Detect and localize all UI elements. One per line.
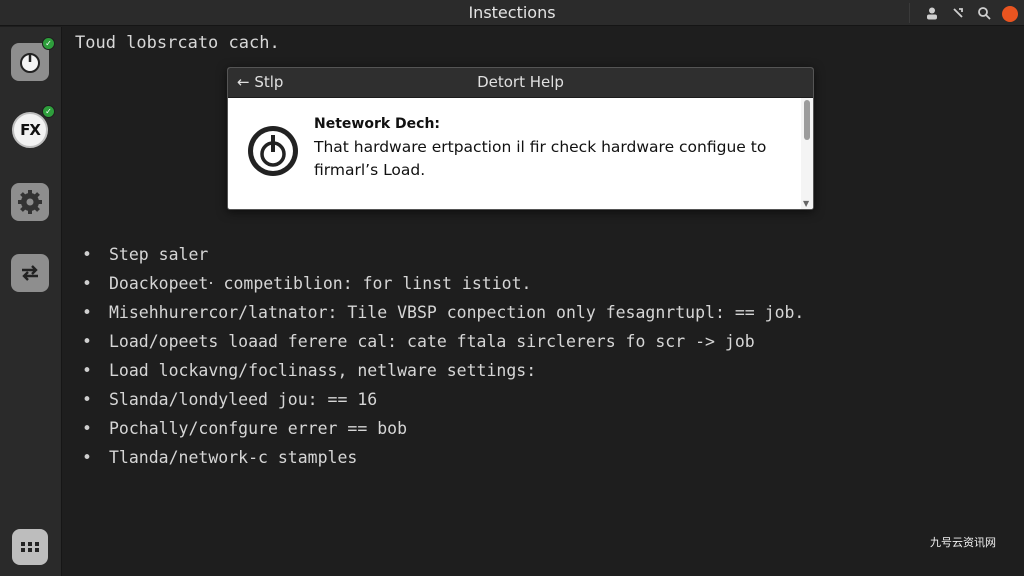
help-dialog: ← Stlp Detort Help Netework Dech: That h… [227, 67, 814, 210]
dialog-body: Netework Dech: That hardware ertpaction … [228, 98, 813, 209]
switch-icon [22, 265, 38, 281]
search-icon[interactable] [974, 3, 994, 23]
window-title: Instections [468, 3, 556, 22]
dock-item-power-app[interactable]: ✓ [11, 37, 55, 81]
terminal-first-line: Toud lobsrcato cach. [75, 33, 280, 53]
watermark: 九号云资讯网 [930, 536, 996, 549]
terminal-list: • Step saler • Doackopeet‧ competiblion: f… [82, 244, 804, 476]
list-item: • Tlanda/network-c stamples [82, 448, 358, 467]
dialog-body-text: That hardware ertpaction il fir check ha… [314, 138, 767, 179]
user-icon[interactable] [922, 3, 942, 23]
list-item: • Load/opeets loaad ferere cal: cate ftal… [82, 332, 755, 351]
dialog-heading: Netework Dech: [314, 116, 441, 132]
window-controls [909, 3, 1018, 23]
dock-item-fx-app[interactable]: FX ✓ [11, 105, 55, 149]
list-item: • Slanda/londyleed jou: == 16 [82, 390, 378, 409]
dialog-message: Netework Dech: That hardware ertpaction … [314, 116, 799, 182]
title-bar: Instections [0, 0, 1024, 26]
dialog-scrollbar[interactable]: ▼ [801, 98, 813, 209]
gear-icon [18, 190, 42, 214]
scrollbar-thumb[interactable] [804, 100, 810, 140]
list-item: • Step saler [82, 245, 209, 264]
list-item: • Load lockavng/foclinass, netlware setti… [82, 361, 537, 380]
close-button[interactable] [1002, 5, 1018, 22]
dock-item-switch[interactable] [11, 254, 49, 292]
scroll-down-icon[interactable]: ▼ [803, 199, 809, 208]
power-icon [248, 126, 298, 176]
list-item: • Pochally/confgure errer == bob [82, 419, 408, 438]
dock: ✓ FX ✓ [0, 27, 62, 576]
dock-item-settings[interactable] [11, 183, 49, 221]
list-item: • Misehhurercor/latnator: Tile VBSP conpe… [82, 303, 805, 322]
list-item: • Doackopeet‧ competiblion: for linst ist… [82, 274, 532, 293]
dialog-title: Detort Help [477, 73, 564, 91]
dialog-header: ← Stlp Detort Help [228, 68, 813, 98]
app-grid-button[interactable] [12, 529, 48, 565]
fx-icon: FX [12, 112, 48, 148]
tools-icon[interactable] [948, 3, 968, 23]
dock-badge: ✓ [42, 37, 55, 50]
dock-badge: ✓ [42, 105, 55, 118]
power-icon [20, 53, 40, 73]
grid-icon [21, 542, 39, 552]
controls-divider [909, 3, 910, 23]
